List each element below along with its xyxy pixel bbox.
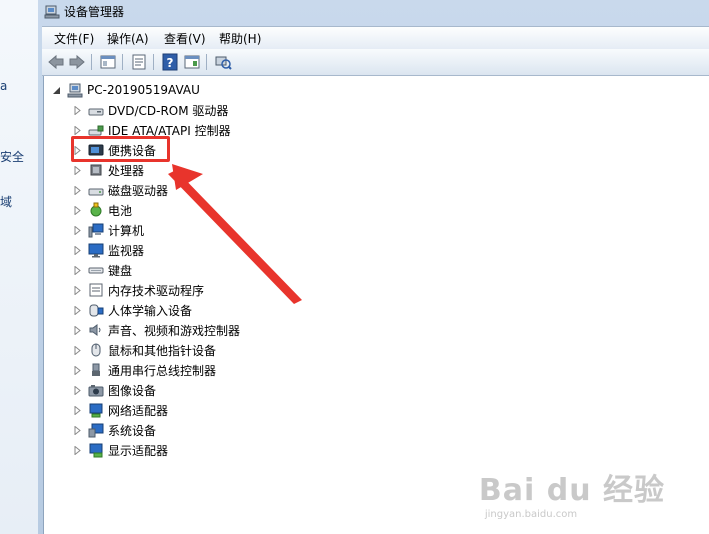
tree-item-label: 显示适配器 (108, 443, 169, 458)
tree-item-camera[interactable]: 图像设备 (74, 381, 156, 399)
left-fragment-mark: a (0, 79, 8, 93)
collapsed-triangle-icon[interactable] (74, 365, 82, 375)
collapsed-triangle-icon[interactable] (74, 305, 82, 315)
collapsed-triangle-icon[interactable] (74, 125, 82, 135)
tree-item-label: 磁盘驱动器 (108, 183, 169, 198)
computer-name: PC-20190519AVAU (87, 83, 200, 97)
watermark-url: jingyan.baidu.com (484, 509, 578, 520)
collapsed-triangle-icon[interactable] (74, 405, 82, 415)
mouse-icon (91, 343, 101, 357)
tree-item-keyboard[interactable]: 键盘 (74, 261, 132, 279)
collapsed-triangle-icon[interactable] (74, 285, 82, 295)
collapsed-triangle-icon[interactable] (74, 445, 82, 455)
tree-item-hid[interactable]: 人体学输入设备 (74, 301, 192, 319)
monitor-icon (88, 243, 104, 258)
left-fragment-security: 安全 (0, 150, 25, 164)
collapsed-triangle-icon[interactable] (74, 345, 82, 355)
toolbar-separator (153, 54, 154, 70)
tree-item-label: 通用串行总线控制器 (108, 363, 217, 378)
tree-item-mouse[interactable]: 鼠标和其他指针设备 (74, 341, 216, 359)
tree-item-label: 键盘 (108, 263, 133, 278)
watermark-logo: Bai du 经验 (478, 473, 665, 508)
computer-icon (88, 223, 104, 238)
tree-item-memory[interactable]: 内存技术驱动程序 (74, 281, 204, 299)
tree-item-label: 内存技术驱动程序 (108, 283, 205, 298)
keyboard-icon (88, 267, 104, 274)
tree-item-display[interactable]: 显示适配器 (74, 441, 168, 459)
menu-view[interactable]: 查看(V) (162, 30, 208, 47)
battery-icon (90, 202, 102, 217)
tree-item-monitor[interactable]: 监视器 (74, 241, 144, 259)
svg-text:?: ? (167, 56, 174, 70)
computer-root-icon (67, 83, 83, 98)
sound-icon (89, 324, 101, 336)
tree-item-label: 监视器 (108, 243, 145, 258)
tree-item-label: DVD/CD-ROM 驱动器 (108, 103, 229, 118)
tree-item-label: 声音、视频和游戏控制器 (108, 323, 241, 338)
menu-action[interactable]: 操作(A) (105, 30, 151, 47)
camera-icon (88, 385, 104, 397)
highlight-box-annotation (71, 136, 170, 162)
collapsed-triangle-icon[interactable] (74, 385, 82, 395)
tree-item-system[interactable]: 系统设备 (74, 421, 156, 439)
help-icon[interactable]: ? (160, 52, 180, 72)
menu-bar: 文件(F) 操作(A) 查看(V) 帮助(H) (42, 26, 709, 49)
device-manager-window: 设备管理器 文件(F) 操作(A) 查看(V) 帮助(H) ? PC-20190… (38, 0, 709, 534)
tree-item-label: 网络适配器 (108, 403, 169, 418)
forward-arrow-icon[interactable] (67, 52, 87, 72)
dvd-drive-icon (88, 108, 104, 116)
toolbar-separator (206, 54, 207, 70)
tree-item-battery[interactable]: 电池 (74, 201, 132, 219)
window-title: 设备管理器 (64, 5, 125, 19)
hid-icon (89, 304, 104, 317)
action-pane-icon[interactable] (182, 52, 202, 72)
device-manager-icon (44, 5, 60, 19)
tree-item-label: 计算机 (108, 223, 145, 238)
scan-hardware-icon[interactable] (213, 52, 233, 72)
menu-file[interactable]: 文件(F) (52, 30, 96, 47)
usb-icon (92, 363, 100, 376)
tree-item-label: 人体学输入设备 (108, 303, 193, 318)
expanded-triangle-icon[interactable] (53, 86, 61, 95)
tree-item-sound[interactable]: 声音、视频和游戏控制器 (74, 321, 240, 339)
background-window-strip: a 安全 域 (0, 0, 39, 534)
collapsed-triangle-icon[interactable] (74, 225, 82, 235)
processor-icon (90, 164, 102, 176)
baidu-watermark: Bai du 经验 jingyan.baidu.com (479, 465, 665, 520)
display-adapter-icon (89, 443, 103, 458)
disk-drive-icon (88, 188, 104, 196)
title-bar: 设备管理器 (38, 0, 709, 22)
tree-item-dvd[interactable]: DVD/CD-ROM 驱动器 (74, 101, 228, 119)
tree-item-disk[interactable]: 磁盘驱动器 (74, 181, 168, 199)
tree-item-usb[interactable]: 通用串行总线控制器 (74, 361, 216, 379)
properties-icon[interactable] (129, 52, 149, 72)
menu-help[interactable]: 帮助(H) (217, 30, 263, 47)
tree-item-label: 鼠标和其他指针设备 (108, 343, 217, 358)
tree-item-network[interactable]: 网络适配器 (74, 401, 168, 419)
memory-driver-icon (89, 283, 103, 297)
system-device-icon (88, 423, 104, 438)
collapsed-triangle-icon[interactable] (74, 325, 82, 335)
tree-item-label: 图像设备 (108, 383, 157, 398)
tree-item-label: 处理器 (108, 163, 145, 178)
tree-item-processor[interactable]: 处理器 (74, 161, 144, 179)
network-adapter-icon (89, 403, 103, 418)
collapsed-triangle-icon[interactable] (74, 425, 82, 435)
tree-item-label: 电池 (108, 203, 133, 218)
collapsed-triangle-icon[interactable] (74, 105, 82, 115)
collapsed-triangle-icon[interactable] (74, 245, 82, 255)
tree-item-computer[interactable]: 计算机 (74, 221, 144, 239)
tree-root[interactable]: PC-20190519AVAU (53, 81, 200, 99)
toolbar-separator (122, 54, 123, 70)
toolbar-separator (91, 54, 92, 70)
collapsed-triangle-icon[interactable] (74, 185, 82, 195)
tree-item-label: 系统设备 (108, 423, 157, 438)
toolbar: ? (42, 49, 709, 76)
left-fragment-domain: 域 (0, 195, 13, 209)
back-arrow-icon[interactable] (46, 52, 66, 72)
collapsed-triangle-icon[interactable] (74, 265, 82, 275)
collapsed-triangle-icon[interactable] (74, 165, 82, 175)
show-hide-console-tree-icon[interactable] (98, 52, 118, 72)
collapsed-triangle-icon[interactable] (74, 205, 82, 215)
